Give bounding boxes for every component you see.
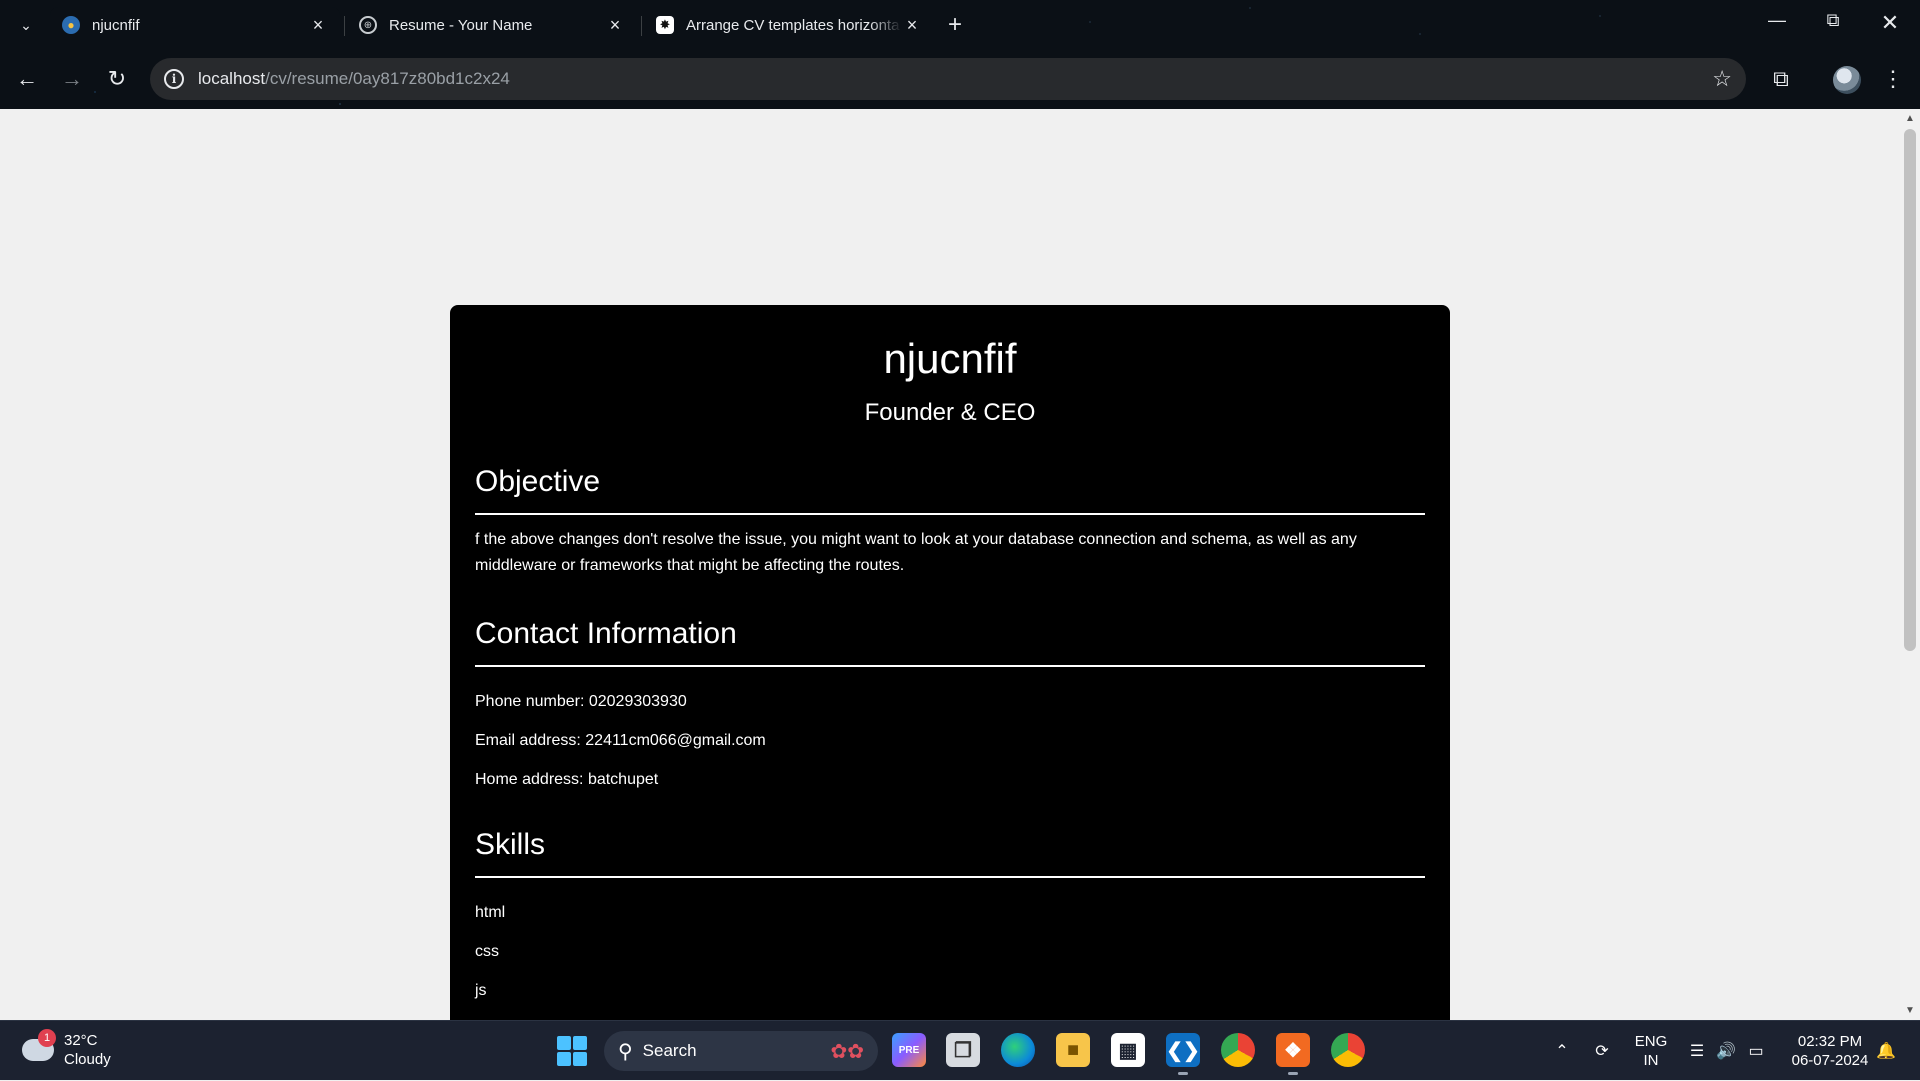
clock-time: 02:32 PM [1797, 1033, 1863, 1050]
scroll-up-arrow-icon[interactable]: ▲ [1905, 113, 1915, 124]
vscode-icon[interactable]: ❮❯ [1166, 1033, 1200, 1075]
close-tab-icon[interactable]: × [308, 15, 328, 36]
close-tab-icon[interactable]: × [605, 15, 625, 36]
search-label: Search [642, 1041, 697, 1060]
skills-heading: Skills [475, 828, 1425, 878]
objective-heading: Objective [475, 465, 1425, 515]
tab-divider [344, 16, 345, 36]
scroll-down-arrow-icon[interactable]: ▼ [1905, 1005, 1915, 1016]
language-code: ENG [1634, 1033, 1668, 1050]
resume-role: Founder & CEO [864, 399, 1036, 426]
skill-item: js [475, 982, 487, 999]
chrome-icon[interactable] [1221, 1033, 1255, 1067]
scrollbar-thumb[interactable] [1904, 129, 1916, 651]
tab-arrange-cv-templates[interactable]: ✸ Arrange CV templates horizonta × [644, 7, 934, 43]
language-indicator[interactable]: ENG IN [1628, 1021, 1674, 1081]
contact-email: Email address: 22411cm066@gmail.com [475, 732, 766, 749]
tab-resume-your-name[interactable]: ⊕ Resume - Your Name × [347, 7, 637, 43]
region-code: IN [1643, 1052, 1659, 1069]
more-menu-icon[interactable]: ⋮ [1878, 64, 1908, 94]
battery-icon[interactable]: ▭ [1744, 1021, 1768, 1081]
close-window-icon[interactable]: ✕ [1870, 10, 1910, 36]
tab-search-chevron-icon[interactable]: ⌄ [14, 13, 38, 37]
page-viewport: njucnfif Founder & CEO Objective f the a… [0, 109, 1900, 1020]
tab-title: Arrange CV templates horizonta [686, 16, 900, 34]
new-tab-plus-icon[interactable]: + [948, 11, 962, 39]
vertical-scrollbar[interactable]: ▲ ▼ [1900, 109, 1920, 1020]
notification-bell-icon[interactable]: 🔔 [1874, 1021, 1898, 1081]
address-bar[interactable]: i localhost/cv/resume/0ay817z80bd1c2x24 … [150, 58, 1746, 100]
browser-toolbar: ← → ↻ i localhost/cv/resume/0ay817z80bd1… [0, 56, 1920, 102]
notification-badge: 1 [38, 1029, 56, 1047]
edge-browser-icon[interactable] [1001, 1033, 1035, 1067]
weather-temperature: 32°C [64, 1032, 98, 1049]
bookmark-star-icon[interactable]: ☆ [1712, 66, 1732, 92]
url-host: localhost [198, 69, 266, 88]
tab-title: njucnfif [92, 16, 140, 34]
site-info-icon[interactable]: i [164, 69, 184, 89]
microsoft-store-icon[interactable]: ▦ [1111, 1033, 1145, 1067]
objective-text: f the above changes don't resolve the is… [475, 531, 1357, 574]
contact-heading: Contact Information [475, 617, 1425, 667]
windows-taskbar: 1 32°C Cloudy ⚲ Search ✿✿ PRE ❐ ■ ▦ ❮❯ ❖… [0, 1020, 1920, 1080]
page-favicon-icon: ● [62, 16, 80, 34]
url-path: /cv/resume/0ay817z80bd1c2x24 [265, 69, 510, 88]
close-tab-icon[interactable]: × [902, 15, 922, 36]
tab-strip: ⌄ ● njucnfif × ⊕ Resume - Your Name × ✸ … [0, 0, 1920, 50]
profile-avatar-icon[interactable] [1833, 66, 1861, 94]
cloud-icon: 1 [22, 1029, 56, 1061]
show-hidden-icons-chevron-icon[interactable]: ⌃ [1548, 1021, 1576, 1081]
resume-card: njucnfif Founder & CEO Objective f the a… [450, 305, 1450, 1020]
back-arrow-icon[interactable]: ← [12, 64, 42, 94]
xampp-icon[interactable]: ❖ [1276, 1033, 1310, 1075]
task-view-icon[interactable]: ❐ [946, 1033, 980, 1067]
tab-njucnfif[interactable]: ● njucnfif × [50, 7, 340, 43]
clock[interactable]: 02:32 PM 06-07-2024 [1782, 1021, 1878, 1081]
copilot-icon[interactable]: PRE [892, 1033, 926, 1067]
search-icon: ⚲ [618, 1040, 633, 1063]
browser-chrome: ⌄ ● njucnfif × ⊕ Resume - Your Name × ✸ … [0, 0, 1920, 109]
taskbar-search-box[interactable]: ⚲ Search ✿✿ [604, 1031, 878, 1071]
contact-address: Home address: batchupet [475, 771, 659, 788]
file-explorer-icon[interactable]: ■ [1056, 1033, 1090, 1067]
clock-date: 06-07-2024 [1791, 1052, 1869, 1069]
volume-icon[interactable]: 🔊 [1714, 1021, 1738, 1081]
minimize-icon[interactable]: — [1757, 10, 1797, 31]
globe-icon: ⊕ [359, 16, 377, 34]
roses-decoration-icon: ✿✿ [830, 1041, 864, 1063]
chrome-profile-icon[interactable] [1331, 1033, 1365, 1067]
tab-divider [641, 16, 642, 36]
tab-title: Resume - Your Name [389, 16, 533, 34]
restore-icon[interactable]: ⧉ [1813, 10, 1853, 31]
weather-widget[interactable]: 1 32°C Cloudy [22, 1029, 111, 1069]
forward-arrow-icon[interactable]: → [57, 64, 87, 94]
extensions-puzzle-icon[interactable]: ⧉ [1766, 64, 1796, 94]
resume-name: njucnfif [883, 335, 1017, 382]
url-text[interactable]: localhost/cv/resume/0ay817z80bd1c2x24 [198, 69, 510, 89]
start-windows-icon[interactable] [557, 1036, 587, 1066]
chatgpt-icon: ✸ [656, 16, 674, 34]
skill-item: html [475, 904, 506, 921]
sync-icon[interactable]: ⟳ [1588, 1021, 1616, 1081]
reload-icon[interactable]: ↻ [102, 64, 132, 94]
wifi-icon[interactable]: ☰ [1686, 1021, 1708, 1081]
contact-phone: Phone number: 02029303930 [475, 693, 687, 710]
weather-condition: Cloudy [64, 1051, 111, 1068]
skill-item: css [475, 943, 499, 960]
